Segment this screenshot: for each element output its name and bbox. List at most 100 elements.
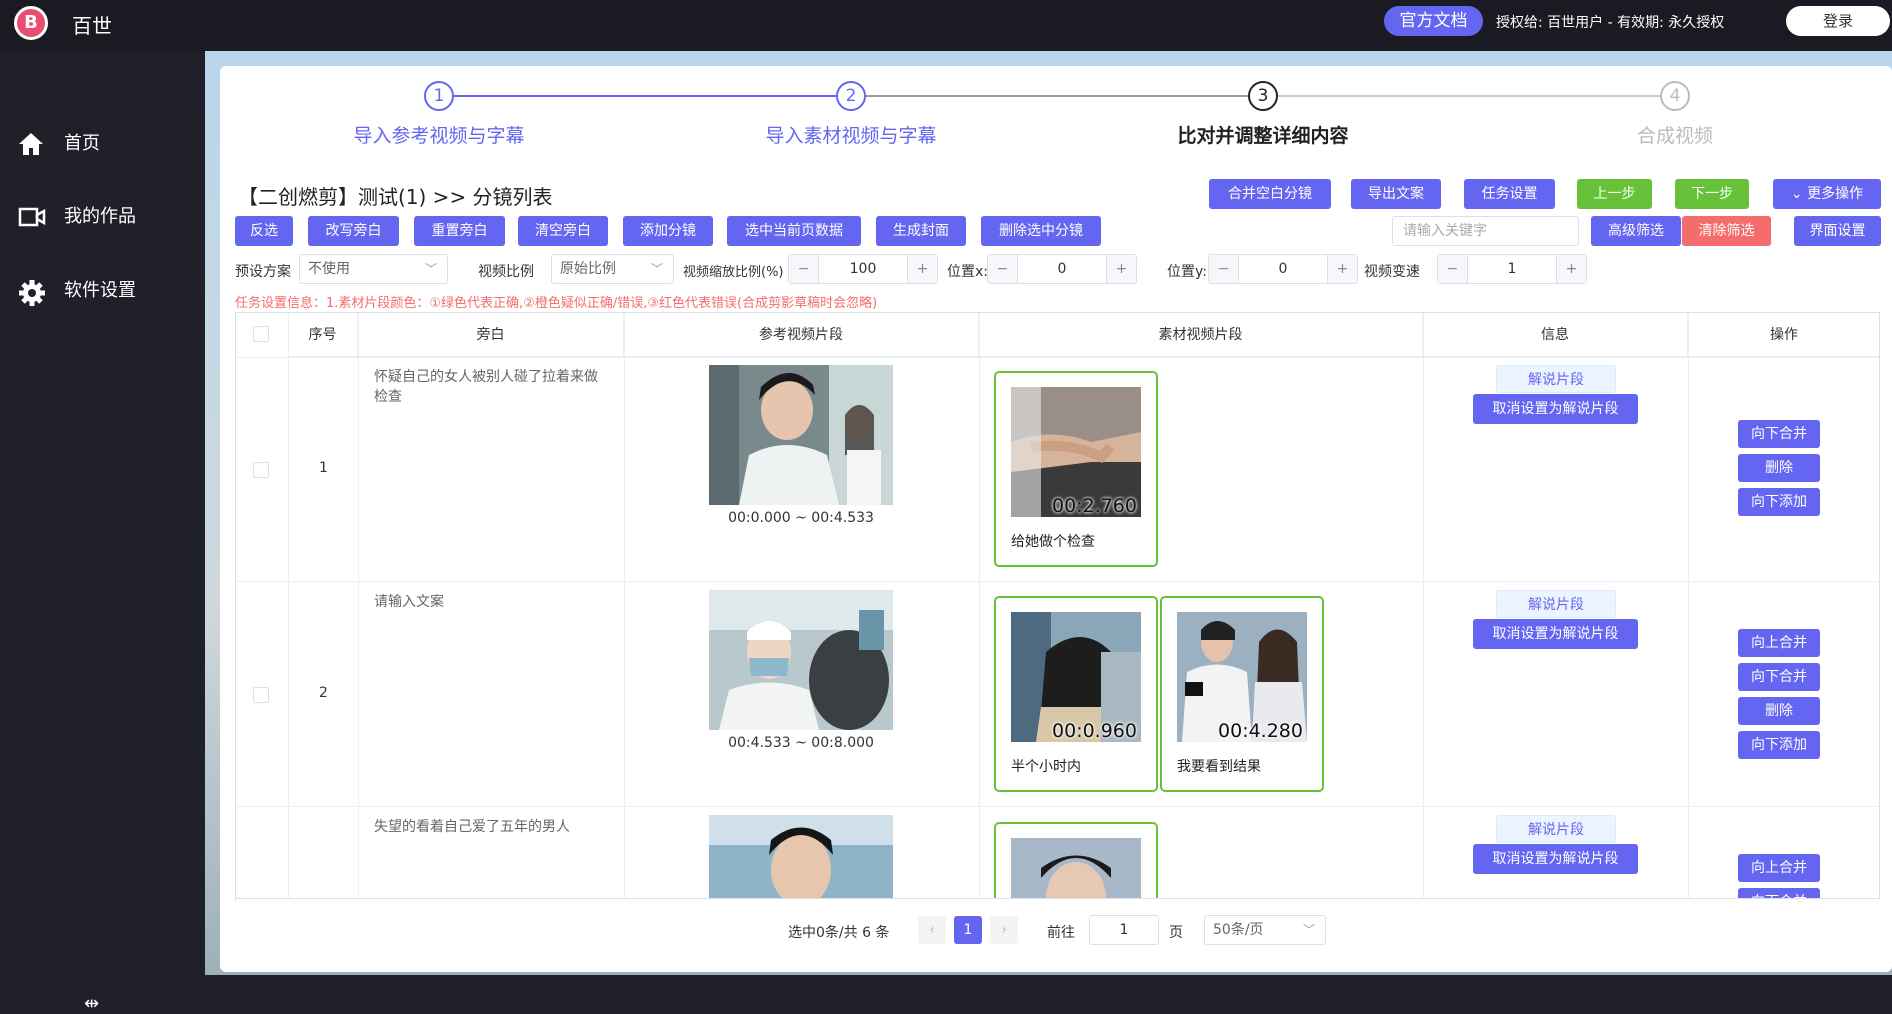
task-settings-button[interactable]: 任务设置 xyxy=(1464,179,1555,209)
sidebar-item-label: 首页 xyxy=(64,133,100,154)
task-info-text: 任务设置信息：1.素材片段颜色：①绿色代表正确,②橙色疑似正确/错误,③红色代表… xyxy=(235,296,878,311)
scale-label: 视频缩放比例(%) xyxy=(683,265,784,280)
minus-icon[interactable]: − xyxy=(1438,255,1468,283)
page-number-current[interactable]: 1 xyxy=(954,916,982,944)
delete-button[interactable]: 删除 xyxy=(1738,454,1820,482)
header-index: 序号 xyxy=(288,313,358,357)
step-number: 2 xyxy=(836,81,866,111)
video-icon xyxy=(18,207,46,227)
scale-value[interactable]: 100 xyxy=(819,255,907,283)
plus-icon[interactable]: + xyxy=(1106,255,1136,283)
header-actions: 操作 xyxy=(1688,313,1879,357)
reset-narration-button[interactable]: 重置旁白 xyxy=(414,216,505,246)
collapse-sidebar-icon[interactable]: ⇹ xyxy=(84,993,99,1014)
row-divider xyxy=(236,581,1879,582)
column-divider xyxy=(979,313,980,901)
narration-segment-tag: 解说片段 xyxy=(1496,590,1616,618)
reference-thumbnail[interactable] xyxy=(709,815,893,901)
chevron-down-icon: ﹀ xyxy=(1302,923,1315,937)
sidebar-item-settings[interactable]: 软件设置 xyxy=(18,271,198,311)
posy-value[interactable]: 0 xyxy=(1239,255,1327,283)
ui-settings-button[interactable]: 界面设置 xyxy=(1794,216,1881,246)
merge-down-button[interactable]: 向下合并 xyxy=(1738,663,1820,691)
material-clip-card[interactable]: 00:0.960 半个小时内 xyxy=(994,596,1158,792)
plus-icon[interactable]: + xyxy=(907,255,937,283)
step-label: 比对并调整详细内容 xyxy=(1177,125,1349,147)
cancel-narration-segment-button[interactable]: 取消设置为解说片段 xyxy=(1473,394,1638,424)
prev-page-icon[interactable]: ‹ xyxy=(918,916,946,944)
gear-icon xyxy=(19,280,45,306)
minus-icon[interactable]: − xyxy=(1209,255,1239,283)
narration-text[interactable]: 请输入文案 xyxy=(374,592,604,612)
preset-select[interactable]: 不使用 ﹀ xyxy=(299,254,448,284)
select-page-button[interactable]: 选中当前页数据 xyxy=(727,216,861,246)
add-shot-button[interactable]: 添加分镜 xyxy=(623,216,713,246)
prev-step-button[interactable]: 上一步 xyxy=(1577,179,1652,209)
merge-up-button[interactable]: 向上合并 xyxy=(1738,854,1820,882)
posx-value[interactable]: 0 xyxy=(1018,255,1106,283)
material-clip-card[interactable] xyxy=(994,822,1158,901)
sidebar-item-home[interactable]: 首页 xyxy=(18,124,198,164)
clear-filter-button[interactable]: 清除筛选 xyxy=(1682,216,1771,246)
cancel-narration-segment-button[interactable]: 取消设置为解说片段 xyxy=(1473,844,1638,874)
sidebar-item-label: 我的作品 xyxy=(64,206,136,227)
plus-icon[interactable]: + xyxy=(1556,255,1586,283)
material-thumbnail: 00:4.280 xyxy=(1177,612,1307,742)
next-step-button[interactable]: 下一步 xyxy=(1675,179,1749,209)
scale-stepper[interactable]: −100 + xyxy=(788,254,938,284)
search-input[interactable]: 请输入关键字 xyxy=(1392,216,1579,246)
goto-page-input[interactable]: 1 xyxy=(1089,915,1159,945)
login-button[interactable]: 登录 xyxy=(1786,6,1890,36)
speed-stepper[interactable]: −1 + xyxy=(1437,254,1587,284)
merge-up-button[interactable]: 向上合并 xyxy=(1738,629,1820,657)
clip-caption: 半个小时内 xyxy=(1011,759,1081,775)
next-page-icon[interactable]: › xyxy=(990,916,1018,944)
more-actions-button[interactable]: ⌄ 更多操作 xyxy=(1773,179,1881,209)
invert-select-button[interactable]: 反选 xyxy=(235,216,293,246)
merge-down-button[interactable]: 向下合并 xyxy=(1738,420,1820,448)
rewrite-narration-button[interactable]: 改写旁白 xyxy=(308,216,399,246)
material-clip-card[interactable]: 00:2.760 给她做个检查 xyxy=(994,371,1158,567)
material-clip-card[interactable]: 00:4.280 我要看到结果 xyxy=(1160,596,1324,792)
docs-button[interactable]: 官方文档 xyxy=(1384,6,1483,36)
posy-stepper[interactable]: −0 + xyxy=(1208,254,1358,284)
ratio-select[interactable]: 原始比例 ﹀ xyxy=(551,254,674,284)
row-checkbox[interactable] xyxy=(253,687,269,703)
advanced-filter-button[interactable]: 高级筛选 xyxy=(1591,216,1681,246)
sidebar: 首页 我的作品 软件设置 ⇹ xyxy=(0,51,205,1014)
clear-narration-button[interactable]: 清空旁白 xyxy=(518,216,608,246)
reference-thumbnail[interactable] xyxy=(709,365,893,505)
narration-text[interactable]: 失望的看着自己爱了五年的男人 xyxy=(374,817,604,837)
step-3[interactable]: 3 比对并调整详细内容 xyxy=(1143,81,1383,148)
step-2[interactable]: 2 导入素材视频与字幕 xyxy=(731,81,971,148)
clip-caption: 我要看到结果 xyxy=(1177,759,1261,775)
add-below-button[interactable]: 向下添加 xyxy=(1738,488,1820,516)
plus-icon[interactable]: + xyxy=(1327,255,1357,283)
page-size-select[interactable]: 50条/页 ﹀ xyxy=(1204,915,1326,945)
cancel-narration-segment-button[interactable]: 取消设置为解说片段 xyxy=(1473,619,1638,649)
delete-selected-button[interactable]: 删除选中分镜 xyxy=(981,216,1101,246)
minus-icon[interactable]: − xyxy=(789,255,819,283)
row-checkbox[interactable] xyxy=(253,462,269,478)
clip-duration: 00:0.960 xyxy=(1052,720,1137,742)
header-narration: 旁白 xyxy=(358,313,624,357)
reference-thumbnail[interactable] xyxy=(709,590,893,730)
export-text-button[interactable]: 导出文案 xyxy=(1351,179,1441,209)
select-all-checkbox[interactable] xyxy=(253,326,269,342)
merge-blank-button[interactable]: 合并空白分镜 xyxy=(1209,179,1331,209)
speed-value[interactable]: 1 xyxy=(1468,255,1556,283)
delete-button[interactable]: 删除 xyxy=(1738,697,1820,725)
sidebar-item-works[interactable]: 我的作品 xyxy=(18,197,198,237)
add-below-button[interactable]: 向下添加 xyxy=(1738,731,1820,759)
reference-time-range: 00:4.533 ~ 00:8.000 xyxy=(728,735,874,751)
narration-text[interactable]: 怀疑自己的女人被别人碰了拉着来做检查 xyxy=(374,367,604,407)
generate-cover-button[interactable]: 生成封面 xyxy=(876,216,966,246)
minus-icon[interactable]: − xyxy=(988,255,1018,283)
step-4[interactable]: 4 合成视频 xyxy=(1555,81,1795,148)
goto-label: 前往 xyxy=(1047,925,1075,941)
posx-label: 位置x: xyxy=(947,264,989,280)
posx-stepper[interactable]: −0 + xyxy=(987,254,1137,284)
row-index: 2 xyxy=(319,685,328,701)
row-divider xyxy=(236,806,1879,807)
step-1[interactable]: 1 导入参考视频与字幕 xyxy=(319,81,559,148)
